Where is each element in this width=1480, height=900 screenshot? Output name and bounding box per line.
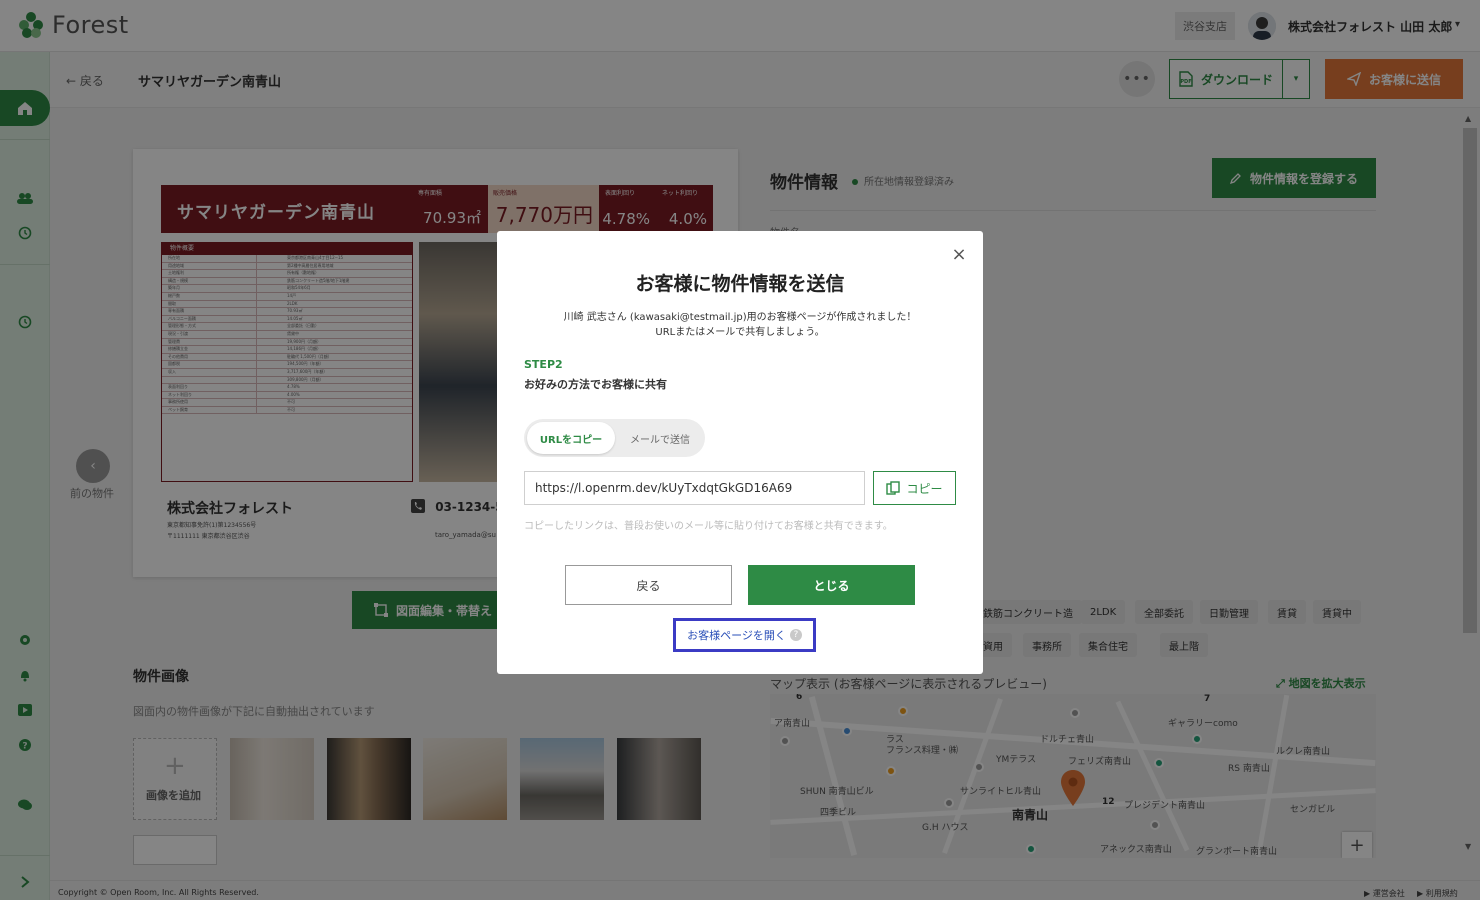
tab-send-mail[interactable]: メールで送信 bbox=[618, 422, 702, 454]
share-url-field[interactable] bbox=[524, 471, 865, 505]
modal-title: お客様に物件情報を送信 bbox=[635, 273, 845, 295]
close-button[interactable]: とじる bbox=[748, 565, 915, 605]
step-description: お好みの方法でお客様に共有 bbox=[524, 378, 667, 391]
step-label: STEP2 bbox=[524, 358, 563, 371]
close-icon[interactable]: × bbox=[948, 243, 970, 265]
copy-label: コピー bbox=[906, 481, 943, 496]
share-method-tabs: URLをコピー メールで送信 bbox=[524, 419, 705, 457]
open-customer-page-link[interactable]: お客様ページを開く ? bbox=[673, 618, 816, 652]
help-icon: ? bbox=[789, 629, 802, 641]
copy-button[interactable]: コピー bbox=[873, 471, 956, 505]
modal-message-line: 川崎 武志さん (kawasaki@testmail.jp)用のお客様ページが作… bbox=[563, 312, 917, 323]
copy-note: コピーしたリンクは、普段お使いのメール等に貼り付けてお客様と共有できます。 bbox=[524, 521, 893, 532]
copy-icon bbox=[886, 481, 901, 495]
modal-message-line: URLまたはメールで共有しましょう。 bbox=[655, 327, 825, 338]
tab-copy-url[interactable]: URLをコピー bbox=[527, 422, 615, 454]
send-property-modal: × お客様に物件情報を送信 川崎 武志さん (kawasaki@testmail… bbox=[497, 231, 983, 674]
back-button[interactable]: 戻る bbox=[565, 565, 732, 605]
open-customer-page-label: お客様ページを開く bbox=[687, 629, 786, 642]
